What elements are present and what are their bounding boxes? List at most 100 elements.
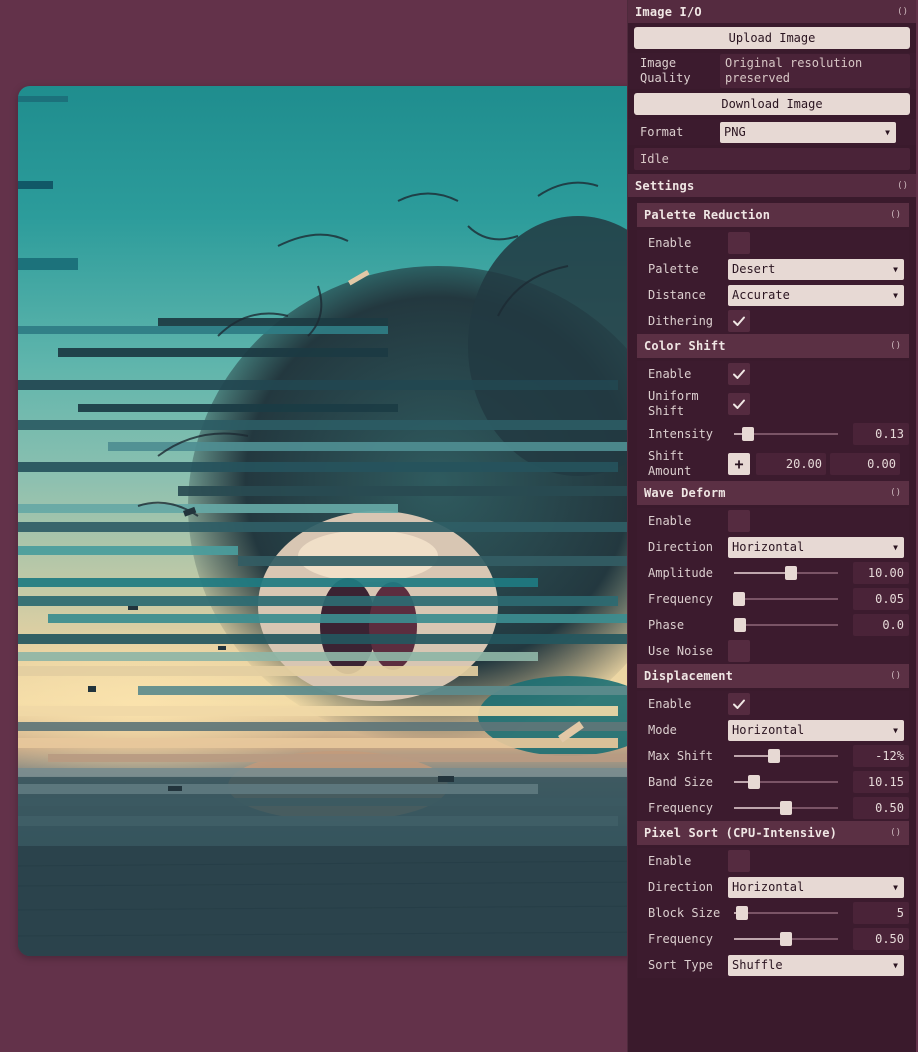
folder-image-io[interactable]: Image I/O () bbox=[628, 0, 916, 23]
palette-select-value: Desert bbox=[732, 262, 776, 276]
folder-displacement[interactable]: Displacement () bbox=[637, 664, 909, 688]
use-noise-label: Use Noise bbox=[648, 643, 714, 658]
amplitude-value[interactable]: 10.00 bbox=[853, 562, 909, 584]
block-size-label: Block Size bbox=[648, 905, 721, 920]
displacement-mode-select[interactable]: Horizontal ▼ bbox=[728, 719, 904, 741]
format-select[interactable]: PNG ▼ bbox=[720, 121, 896, 143]
amplitude-slider[interactable] bbox=[734, 565, 838, 581]
collapse-icon[interactable]: () bbox=[890, 488, 901, 498]
image-canvas bbox=[18, 86, 658, 956]
block-size-value[interactable]: 5 bbox=[853, 902, 909, 924]
sort-type-select[interactable]: Shuffle ▼ bbox=[728, 954, 904, 976]
upload-image-button[interactable]: Upload Image bbox=[634, 27, 910, 49]
sort-type-label: Sort Type bbox=[648, 957, 714, 972]
uniform-shift-label: Uniform Shift bbox=[648, 389, 699, 418]
chevron-down-icon: ▼ bbox=[885, 127, 890, 137]
displacement-enable-checkbox[interactable] bbox=[728, 693, 750, 715]
checkmark-icon bbox=[733, 399, 745, 409]
block-size-slider[interactable] bbox=[734, 905, 838, 921]
uniform-shift-checkbox[interactable] bbox=[728, 393, 750, 415]
frequency-label: Frequency bbox=[648, 591, 714, 606]
slider-thumb[interactable] bbox=[767, 749, 780, 763]
displacement-frequency-slider[interactable] bbox=[734, 800, 838, 816]
distance-select-value: Accurate bbox=[732, 288, 790, 302]
settings-body: Palette Reduction () Enable Palette Dese… bbox=[637, 203, 909, 978]
palette-enable-checkbox[interactable] bbox=[728, 232, 750, 254]
slider-thumb[interactable] bbox=[785, 566, 798, 580]
download-image-button[interactable]: Download Image bbox=[634, 93, 910, 115]
slider-thumb[interactable] bbox=[736, 906, 749, 920]
folder-color-shift[interactable]: Color Shift () bbox=[637, 334, 909, 358]
slider-thumb[interactable] bbox=[734, 618, 746, 632]
enable-label: Enable bbox=[648, 513, 692, 528]
collapse-icon[interactable]: () bbox=[890, 210, 901, 220]
folder-title: Color Shift bbox=[644, 339, 726, 353]
phase-label: Phase bbox=[648, 617, 685, 632]
slider-thumb[interactable] bbox=[780, 932, 792, 946]
direction-label: Direction bbox=[648, 539, 714, 554]
displacement-frequency-value[interactable]: 0.50 bbox=[853, 797, 909, 819]
slider-thumb[interactable] bbox=[747, 775, 760, 789]
collapse-icon[interactable]: () bbox=[890, 828, 901, 838]
slider-thumb[interactable] bbox=[741, 427, 754, 441]
chevron-down-icon: ▼ bbox=[893, 960, 898, 970]
intensity-label: Intensity bbox=[648, 426, 714, 441]
palette-select[interactable]: Desert ▼ bbox=[728, 258, 904, 280]
folder-wave-deform[interactable]: Wave Deform () bbox=[637, 481, 909, 505]
pixel-sort-direction-value: Horizontal bbox=[732, 880, 805, 894]
pixel-sort-frequency-value[interactable]: 0.50 bbox=[853, 928, 909, 950]
collapse-icon[interactable]: () bbox=[890, 671, 901, 681]
pixel-sort-frequency-slider[interactable] bbox=[734, 931, 838, 947]
direction-label: Direction bbox=[648, 879, 714, 894]
collapse-icon[interactable]: () bbox=[897, 181, 908, 191]
format-label: Format bbox=[640, 124, 684, 139]
wave-frequency-slider[interactable] bbox=[733, 591, 838, 607]
distance-select[interactable]: Accurate ▼ bbox=[728, 284, 904, 306]
slider-thumb[interactable] bbox=[780, 801, 792, 815]
intensity-slider[interactable] bbox=[734, 426, 838, 442]
chevron-down-icon: ▼ bbox=[893, 725, 898, 735]
pixel-sort-direction-select[interactable]: Horizontal ▼ bbox=[728, 876, 904, 898]
format-select-value: PNG bbox=[724, 125, 746, 139]
pixel-sort-enable-checkbox[interactable] bbox=[728, 850, 750, 872]
use-noise-checkbox[interactable] bbox=[728, 640, 750, 662]
wave-direction-value: Horizontal bbox=[732, 540, 805, 554]
slider-thumb[interactable] bbox=[733, 592, 746, 606]
checkmark-icon bbox=[733, 316, 745, 326]
frequency-label: Frequency bbox=[648, 800, 714, 815]
distance-label: Distance bbox=[648, 287, 706, 302]
phase-value[interactable]: 0.0 bbox=[853, 614, 909, 636]
wave-direction-select[interactable]: Horizontal ▼ bbox=[728, 536, 904, 558]
status-text: Idle bbox=[634, 148, 910, 170]
folder-palette-reduction[interactable]: Palette Reduction () bbox=[637, 203, 909, 227]
dithering-checkbox[interactable] bbox=[728, 310, 750, 332]
wave-enable-checkbox[interactable] bbox=[728, 510, 750, 532]
displacement-mode-value: Horizontal bbox=[732, 723, 805, 737]
folder-settings[interactable]: Settings () bbox=[628, 174, 916, 197]
mode-label: Mode bbox=[648, 722, 677, 737]
shift-y-value[interactable]: 0.00 bbox=[830, 453, 900, 475]
folder-title: Displacement bbox=[644, 669, 734, 683]
palette-label: Palette bbox=[648, 261, 699, 276]
max-shift-value[interactable]: -12% bbox=[853, 745, 909, 767]
color-shift-enable-checkbox[interactable] bbox=[728, 363, 750, 385]
chevron-down-icon: ▼ bbox=[893, 290, 898, 300]
collapse-icon[interactable]: () bbox=[890, 341, 901, 351]
folder-pixel-sort[interactable]: Pixel Sort (CPU-Intensive) () bbox=[637, 821, 909, 845]
intensity-value[interactable]: 0.13 bbox=[853, 423, 909, 445]
wave-frequency-value[interactable]: 0.05 bbox=[853, 588, 909, 610]
phase-slider[interactable] bbox=[734, 617, 838, 633]
collapse-icon[interactable]: () bbox=[897, 7, 908, 17]
amplitude-label: Amplitude bbox=[648, 565, 714, 580]
max-shift-slider[interactable] bbox=[734, 748, 838, 764]
band-size-slider[interactable] bbox=[734, 774, 838, 790]
enable-label: Enable bbox=[648, 853, 692, 868]
folder-title: Settings bbox=[635, 178, 695, 193]
dithering-label: Dithering bbox=[648, 313, 714, 328]
chevron-down-icon: ▼ bbox=[893, 542, 898, 552]
move-icon[interactable]: + bbox=[728, 453, 750, 475]
band-size-value[interactable]: 10.15 bbox=[853, 771, 909, 793]
max-shift-label: Max Shift bbox=[648, 748, 714, 763]
shift-x-value[interactable]: 20.00 bbox=[756, 453, 826, 475]
shift-amount-label: Shift Amount bbox=[648, 449, 692, 478]
